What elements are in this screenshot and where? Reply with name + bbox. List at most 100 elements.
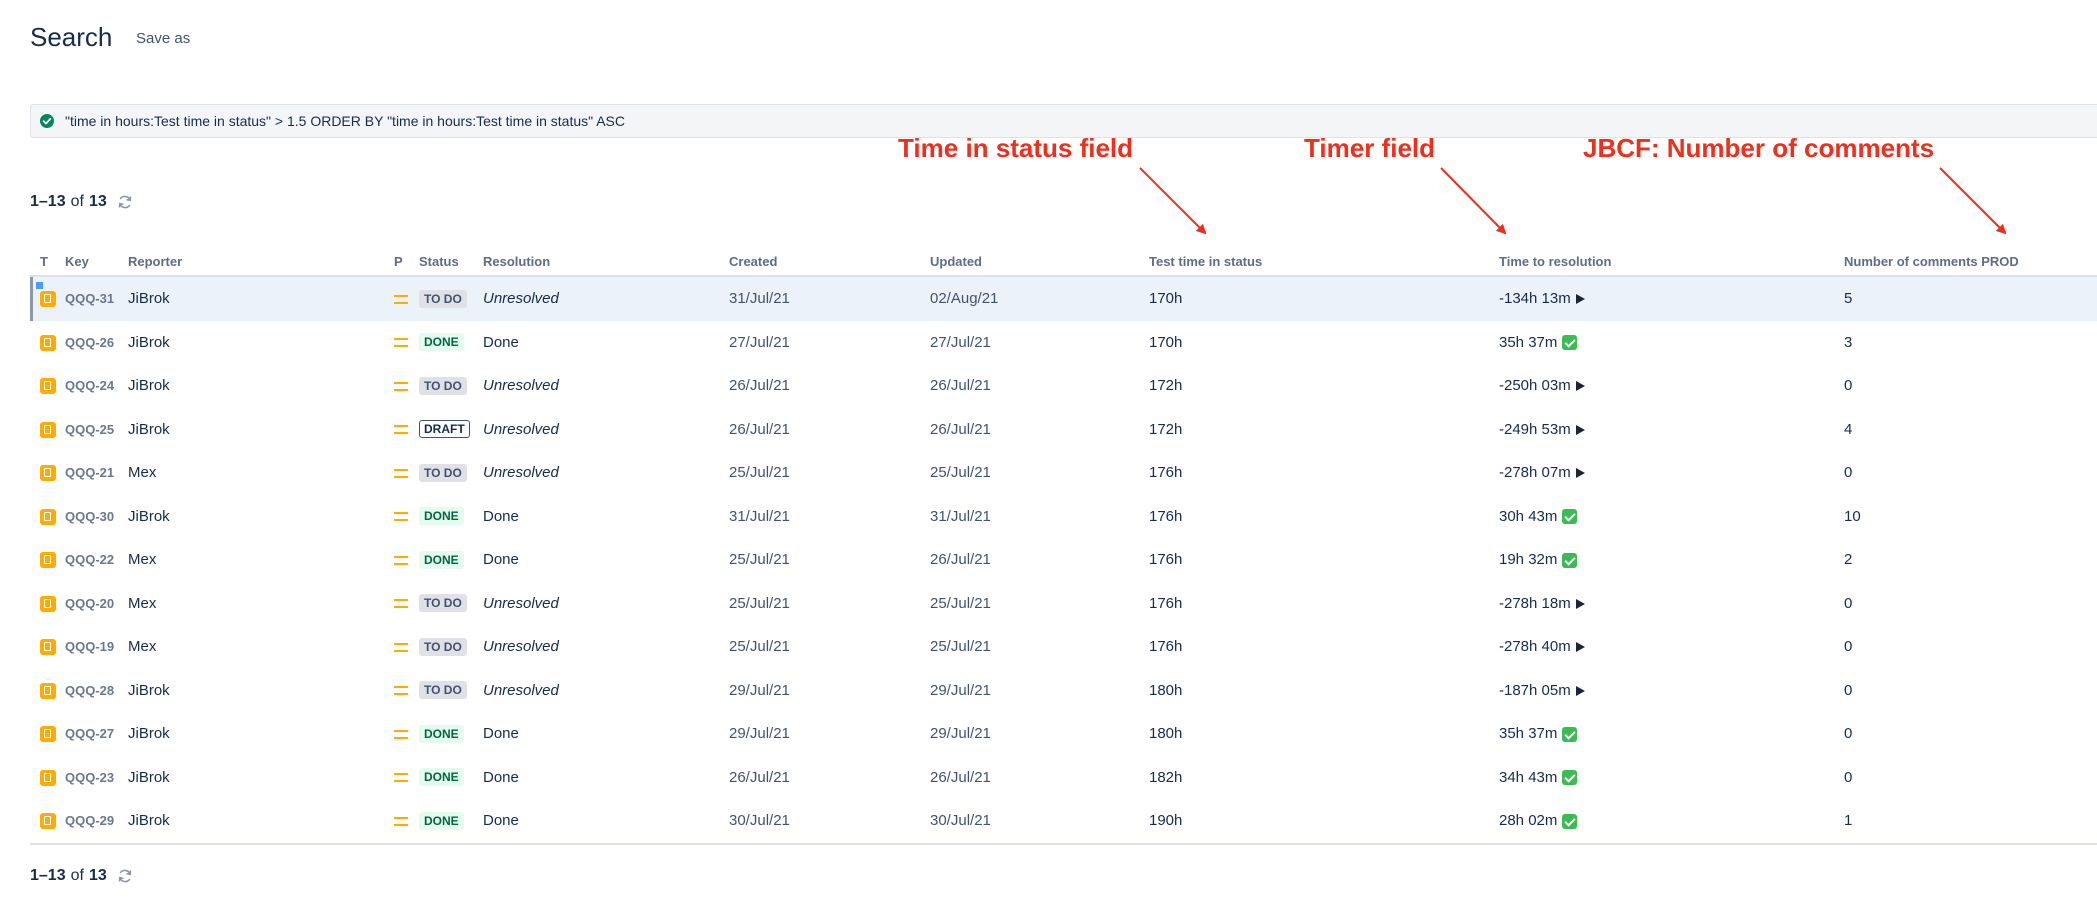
cell-test-time-in-status: 180h bbox=[1149, 725, 1183, 743]
table-row[interactable]: QQQ-28 JiBrok TO DO Unresolved 29/Jul/21 29/J… bbox=[30, 669, 2097, 713]
cell-key: QQQ-21 bbox=[65, 451, 128, 495]
save-as-link[interactable]: Save as bbox=[136, 30, 190, 47]
cell-time-to-resolution: -278h 07m bbox=[1499, 451, 1844, 495]
cell-status: TO DO bbox=[419, 276, 483, 321]
cell-number-of-comments: 0 bbox=[1844, 594, 1853, 612]
col-header-updated[interactable]: Updated bbox=[930, 247, 1149, 277]
cell-reporter: JiBrok bbox=[128, 276, 394, 321]
priority-medium-icon bbox=[394, 555, 408, 565]
col-header-type[interactable]: T bbox=[30, 247, 65, 277]
cell-priority bbox=[394, 625, 419, 669]
pagination-bottom: 1–13 of 13 bbox=[30, 867, 133, 885]
issue-key-link[interactable]: QQQ-26 bbox=[65, 335, 114, 350]
issue-key-link[interactable]: QQQ-31 bbox=[65, 291, 114, 306]
cell-time-to-resolution: -134h 13m bbox=[1499, 276, 1844, 321]
story-icon bbox=[40, 813, 56, 830]
cell-updated: 27/Jul/21 bbox=[930, 333, 991, 351]
cell-reporter: Mex bbox=[128, 594, 157, 612]
col-header-reporter[interactable]: Reporter bbox=[128, 247, 394, 277]
col-header-resolution[interactable]: Resolution bbox=[483, 247, 729, 277]
cell-updated: 25/Jul/21 bbox=[930, 594, 991, 612]
table-row[interactable]: QQQ-29 JiBrok DONE Done 30/Jul/21 30/Jul/21 19… bbox=[30, 799, 2097, 845]
pagination-total: 13 bbox=[88, 193, 107, 210]
cell-status: DONE bbox=[419, 799, 483, 845]
table-row[interactable]: QQQ-21 Mex TO DO Unresolved 25/Jul/21 25/Jul/… bbox=[30, 451, 2097, 495]
table-row[interactable]: QQQ-30 JiBrok DONE Done 31/Jul/21 31/Jul/21 17… bbox=[30, 495, 2097, 539]
cell-updated: 26/Jul/21 bbox=[930, 768, 991, 786]
table-row[interactable]: QQQ-20 Mex TO DO Unresolved 25/Jul/21 25/Jul/… bbox=[30, 582, 2097, 626]
col-header-priority[interactable]: P bbox=[394, 247, 419, 277]
issue-key-link[interactable]: QQQ-19 bbox=[65, 639, 114, 654]
story-icon bbox=[40, 508, 56, 525]
issue-key-link[interactable]: QQQ-22 bbox=[65, 552, 114, 567]
cell-number-of-comments: 1 bbox=[1844, 799, 2097, 845]
cell-updated: 26/Jul/21 bbox=[930, 551, 991, 569]
cell-created: 25/Jul/21 bbox=[729, 638, 790, 656]
timer-completed-icon bbox=[1562, 509, 1578, 525]
cell-time-to-resolution: -278h 18m bbox=[1499, 582, 1844, 626]
issue-key-link[interactable]: QQQ-20 bbox=[65, 596, 114, 611]
col-header-number-of-comments[interactable]: Number of comments PROD bbox=[1844, 247, 2097, 277]
cell-number-of-comments: 4 bbox=[1844, 420, 1853, 438]
issue-key-link[interactable]: QQQ-29 bbox=[65, 813, 114, 828]
issue-key-link[interactable]: QQQ-24 bbox=[65, 378, 114, 393]
timer-completed-icon bbox=[1562, 813, 1578, 829]
refresh-icon[interactable] bbox=[117, 868, 133, 884]
cell-time-to-resolution: -187h 05m bbox=[1499, 669, 1844, 713]
timer-value: -250h 03m bbox=[1499, 377, 1571, 395]
story-icon bbox=[40, 291, 56, 308]
table-row[interactable]: QQQ-26 JiBrok DONE Done 27/Jul/21 27/Jul/21 17… bbox=[30, 321, 2097, 365]
col-header-test-time-in-status[interactable]: Test time in status bbox=[1149, 247, 1499, 277]
pagination-range: 1–13 bbox=[30, 193, 66, 210]
cell-resolution: Unresolved bbox=[483, 276, 729, 321]
table-row[interactable]: QQQ-22 Mex DONE Done 25/Jul/21 26/Jul/21 176h 1… bbox=[30, 538, 2097, 582]
cell-time-to-resolution: -250h 03m bbox=[1499, 364, 1844, 408]
table-row[interactable]: QQQ-25 JiBrok DRAFT Unresolved 26/Jul/21 26/J… bbox=[30, 408, 2097, 452]
col-header-created[interactable]: Created bbox=[729, 247, 930, 277]
timer-running-icon bbox=[1575, 381, 1585, 392]
cell-updated: 25/Jul/21 bbox=[930, 638, 991, 656]
issue-key-link[interactable]: QQQ-23 bbox=[65, 770, 114, 785]
col-header-status[interactable]: Status bbox=[419, 247, 483, 277]
col-header-time-to-resolution[interactable]: Time to resolution bbox=[1499, 247, 1844, 277]
cell-test-time-in-status: 176h bbox=[1149, 464, 1183, 482]
cell-type bbox=[30, 669, 65, 713]
cell-number-of-comments: 5 bbox=[1844, 276, 2097, 321]
cell-type bbox=[30, 799, 65, 845]
cell-test-time-in-status: 190h bbox=[1149, 799, 1499, 845]
cell-key: QQQ-26 bbox=[65, 321, 128, 365]
issue-key-link[interactable]: QQQ-28 bbox=[65, 683, 114, 698]
priority-medium-icon bbox=[394, 599, 408, 609]
story-icon bbox=[40, 334, 56, 351]
table-row[interactable]: QQQ-31 JiBrok TO DO Unresolved 31/Jul/21 02/A… bbox=[30, 276, 2097, 321]
refresh-icon[interactable] bbox=[117, 194, 133, 210]
timer-value: -134h 13m bbox=[1499, 290, 1571, 308]
col-header-key[interactable]: Key bbox=[65, 247, 128, 277]
table-row[interactable]: QQQ-27 JiBrok DONE Done 29/Jul/21 29/Jul/21 18… bbox=[30, 712, 2097, 756]
story-icon bbox=[40, 682, 56, 699]
issue-key-link[interactable]: QQQ-27 bbox=[65, 726, 114, 741]
cell-resolution: Unresolved bbox=[483, 638, 559, 656]
timer-running-icon bbox=[1575, 468, 1585, 479]
issue-key-link[interactable]: QQQ-21 bbox=[65, 465, 114, 480]
cell-priority bbox=[394, 756, 419, 800]
status-badge: TO DO bbox=[419, 681, 467, 700]
timer-value: 28h 02m bbox=[1499, 812, 1558, 830]
table-row[interactable]: QQQ-24 JiBrok TO DO Unresolved 26/Jul/21 26/J… bbox=[30, 364, 2097, 408]
pagination-range: 1–13 bbox=[30, 867, 66, 884]
table-row[interactable]: QQQ-23 JiBrok DONE Done 26/Jul/21 26/Jul/21 18… bbox=[30, 756, 2097, 800]
cell-priority bbox=[394, 451, 419, 495]
issue-key-link[interactable]: QQQ-30 bbox=[65, 509, 114, 524]
pagination-top: 1–13 of 13 bbox=[30, 193, 133, 211]
cell-resolution: Done bbox=[483, 507, 519, 525]
cell-priority bbox=[394, 582, 419, 626]
table-header-row: T Key Reporter P Status Resolution Creat… bbox=[30, 247, 2097, 277]
arrow-time-in-status bbox=[1139, 167, 1207, 235]
cell-type bbox=[30, 364, 65, 408]
cell-type bbox=[30, 495, 65, 539]
table-row[interactable]: QQQ-19 Mex TO DO Unresolved 25/Jul/21 25/Jul/… bbox=[30, 625, 2097, 669]
cell-type bbox=[30, 321, 65, 365]
cell-status: DONE bbox=[419, 756, 483, 800]
story-icon bbox=[40, 465, 56, 482]
issue-key-link[interactable]: QQQ-25 bbox=[65, 422, 114, 437]
